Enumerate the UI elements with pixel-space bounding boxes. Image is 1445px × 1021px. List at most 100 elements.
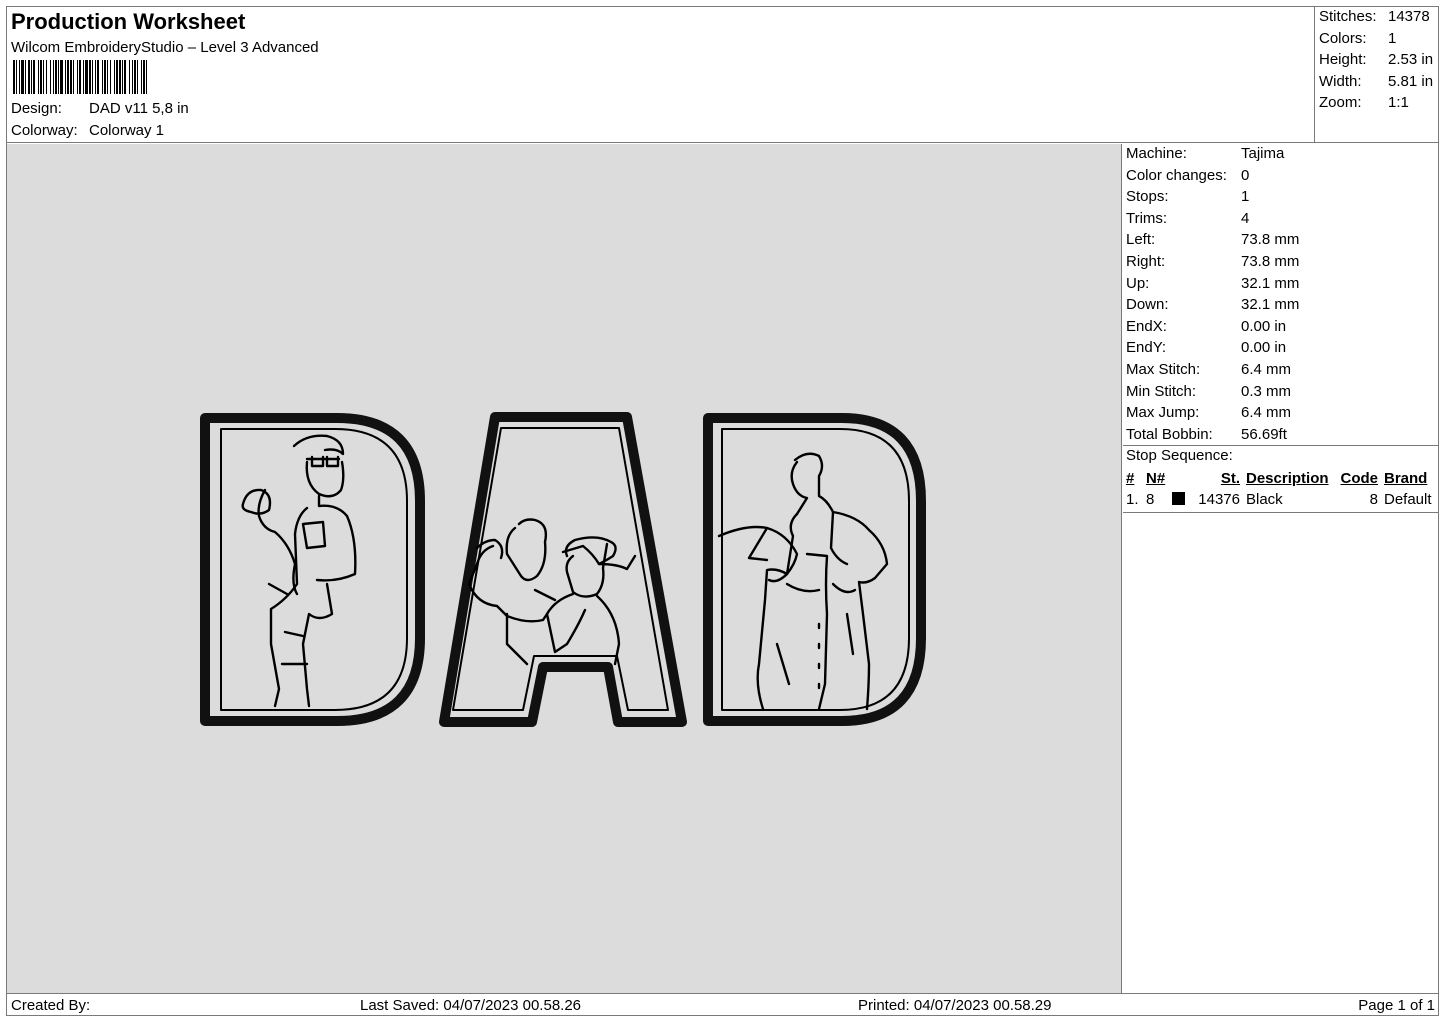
colorway-row: Colorway: Colorway 1 [11,122,164,139]
machine-value: 6.4 mm [1241,404,1292,422]
machine-value: 0.00 in [1241,317,1287,335]
col-stitches: St. [1220,470,1240,487]
machine-label: Trims: [1126,209,1168,227]
height-row: Height: 2.53 in [1319,51,1439,73]
page-number: Page 1 of 1 [1358,997,1435,1014]
row-brand: Default [1384,491,1432,508]
machine-label: Machine: [1126,145,1187,162]
machine-label: Color changes: [1126,166,1227,184]
stop-sequence-title: Stop Sequence: [1126,447,1233,464]
stop-sequence-header: # N# St. Description Code Brand [1126,468,1439,489]
summary-stats: Stitches: 14378 Colors: 1 Height: 2.53 in W… [1315,7,1439,143]
machine-value: 32.1 mm [1241,296,1300,314]
width-value: 5.81 in [1388,72,1434,90]
machine-row: Max Stitch: 6.4 mm [1126,361,1439,383]
machine-value: 6.4 mm [1241,360,1292,378]
col-brand: Brand [1384,470,1428,487]
machine-value: 56.69ft [1241,425,1287,443]
col-description: Description [1246,470,1329,487]
design-row: Design: DAD v11 5,8 in [11,100,189,117]
machine-info: Machine: Tajima Color changes: 0 Stops: 1 Trim… [1123,144,1439,446]
zoom-value: 1:1 [1388,94,1409,112]
row-stitches: 14376 [1198,491,1240,508]
stop-sequence: Stop Sequence: # N# St. Description Code… [1123,446,1439,513]
machine-row: Right: 73.8 mm [1126,253,1439,275]
machine-label: Right: [1126,252,1166,270]
colors-label: Colors: [1319,29,1367,47]
machine-row: Min Stitch: 0.3 mm [1126,383,1439,405]
machine-label: Min Stitch: [1126,382,1197,400]
colorway-label: Colorway: [11,122,78,139]
machine-row: Total Bobbin: 56.69ft [1126,426,1439,448]
worksheet-header: Production Worksheet Wilcom EmbroiderySt… [7,7,1315,143]
figure-dad-child-on-shoulders [717,452,889,711]
worksheet: Production Worksheet Wilcom EmbroiderySt… [6,6,1439,1016]
row-description: Black [1246,491,1283,508]
colors-value: 1 [1388,29,1397,47]
height-label: Height: [1319,51,1367,69]
machine-row: Stops: 1 [1126,188,1439,210]
row-needle: 8 [1146,491,1155,508]
figure-dad-lifting-child [467,518,637,666]
width-label: Width: [1319,72,1362,90]
col-num: # [1126,470,1135,487]
machine-row: Trims: 4 [1126,210,1439,232]
stitches-value: 14378 [1388,8,1430,25]
machine-label: Down: [1126,296,1169,314]
right-panel: Machine: Tajima Color changes: 0 Stops: 1 Trim… [1123,144,1439,993]
row-num: 1. [1126,491,1139,508]
width-row: Width: 5.81 in [1319,73,1439,95]
machine-label: Up: [1126,274,1150,292]
created-by: Created By: [11,997,91,1014]
machine-label: Max Jump: [1126,404,1200,422]
machine-label: Left: [1126,231,1156,249]
height-value: 2.53 in [1388,51,1434,69]
machine-value: 73.8 mm [1241,231,1300,249]
machine-value: 32.1 mm [1241,274,1300,292]
letter-a [439,412,687,727]
colorway-value: Colorway 1 [89,122,165,139]
machine-row: Down: 32.1 mm [1126,296,1439,318]
zoom-label: Zoom: [1319,94,1362,112]
letter-d-right [703,413,926,726]
worksheet-footer: Created By: Last Saved: 04/07/2023 00.58… [7,993,1439,1016]
color-swatch [1172,490,1190,509]
machine-label: EndY: [1126,339,1167,357]
machine-row: Machine: Tajima [1126,145,1439,167]
machine-row: Color changes: 0 [1126,167,1439,189]
design-label: Design: [11,100,62,117]
machine-value: 4 [1241,209,1250,227]
row-code: 8 [1369,491,1378,508]
zoom-row: Zoom: 1:1 [1319,94,1439,116]
machine-value: 0 [1241,166,1250,184]
dad-embroidery-design [200,412,926,727]
col-needle: N# [1146,470,1166,487]
machine-row: EndX: 0.00 in [1126,318,1439,340]
machine-value: Tajima [1241,145,1285,162]
barcode [13,60,147,94]
stitches-label: Stitches: [1319,8,1377,25]
page-title: Production Worksheet [11,9,246,34]
machine-row: Max Jump: 6.4 mm [1126,404,1439,426]
stitches-row: Stitches: 14378 [1319,8,1439,30]
machine-row: Up: 32.1 mm [1126,275,1439,297]
last-saved: Last Saved: 04/07/2023 00.58.26 [360,997,582,1014]
machine-value: 73.8 mm [1241,252,1300,270]
colors-row: Colors: 1 [1319,30,1439,52]
table-row: 1. 8 14376 Black 8 Default [1126,489,1439,510]
design-value: DAD v11 5,8 in [89,100,189,117]
machine-value: 0.3 mm [1241,382,1292,400]
machine-value: 0.00 in [1241,339,1287,357]
machine-label: EndX: [1126,317,1167,335]
machine-label: Max Stitch: [1126,360,1201,378]
figure-dad-with-baby [241,434,357,708]
machine-row: EndY: 0.00 in [1126,339,1439,361]
printed-date: Printed: 04/07/2023 00.58.29 [858,997,1052,1014]
machine-label: Stops: [1126,188,1169,206]
software-name: Wilcom EmbroideryStudio – Level 3 Advanc… [11,39,319,56]
machine-label: Total Bobbin: [1126,425,1213,443]
machine-row: Left: 73.8 mm [1126,231,1439,253]
col-code: Code [1340,470,1379,487]
design-preview [7,144,1122,993]
machine-value: 1 [1241,188,1250,206]
